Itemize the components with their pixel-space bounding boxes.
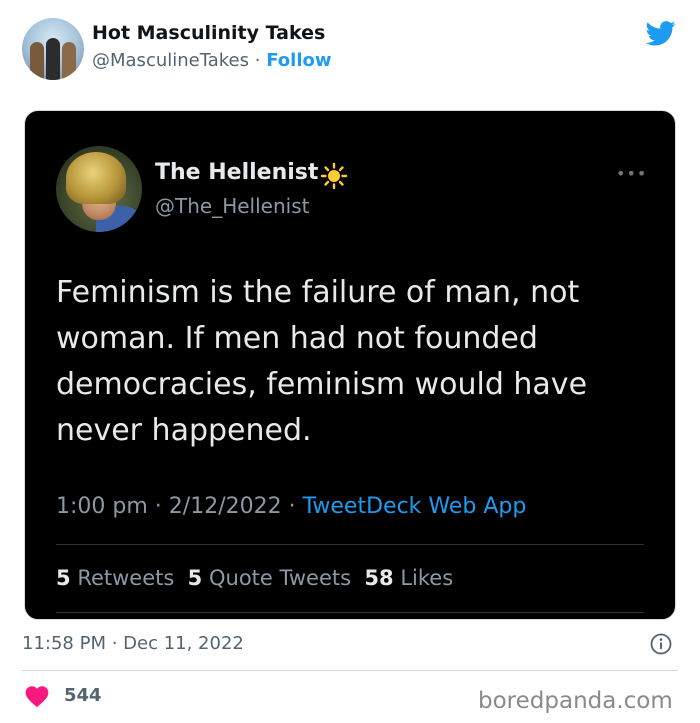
display-name[interactable]: Hot Masculinity Takes: [92, 22, 325, 44]
tweet-time: 1:00 pm: [56, 494, 148, 519]
like-count: 544: [64, 685, 102, 706]
heart-icon[interactable]: [24, 684, 50, 708]
retweets-count: 5: [56, 566, 71, 590]
tweet-meta: 1:00 pm · 2/12/2022 · TweetDeck Web App: [56, 494, 526, 519]
source-app: TweetDeck Web App: [302, 494, 527, 519]
tweet-date: 2/12/2022: [168, 494, 282, 519]
separator: ·: [254, 50, 261, 71]
retweets-label: Retweets: [77, 566, 175, 590]
info-icon[interactable]: [650, 633, 672, 655]
handle-line: @MasculineTakes · Follow: [92, 50, 332, 71]
inner-avatar: [56, 146, 142, 232]
inner-display-name: The Hellenist: [155, 160, 319, 185]
divider: [56, 612, 644, 613]
twitter-bird-icon[interactable]: [644, 18, 678, 48]
inner-handle: @The_Hellenist: [155, 194, 310, 218]
tweet-text: Feminism is the failure of man, not woma…: [56, 275, 588, 448]
quote-label: Quote Tweets: [208, 566, 352, 590]
sun-icon: [320, 162, 348, 190]
quote-count: 5: [187, 566, 203, 590]
divider: [56, 544, 644, 545]
follow-button[interactable]: Follow: [266, 50, 331, 71]
more-dots-icon: •••: [616, 164, 648, 183]
tweet-stats: 5 Retweets 5 Quote Tweets 58 Likes: [56, 566, 453, 590]
likes-count: 58: [364, 566, 394, 590]
likes-label: Likes: [400, 566, 454, 590]
handle[interactable]: @MasculineTakes: [92, 50, 249, 71]
profile-avatar[interactable]: [22, 18, 84, 80]
meta-separator: ·: [154, 494, 162, 519]
meta-separator: ·: [288, 494, 296, 519]
footer-divider: [22, 670, 678, 671]
watermark: boredpanda.com: [478, 688, 673, 714]
post-timestamp[interactable]: 11:58 PM · Dec 11, 2022: [22, 633, 244, 654]
